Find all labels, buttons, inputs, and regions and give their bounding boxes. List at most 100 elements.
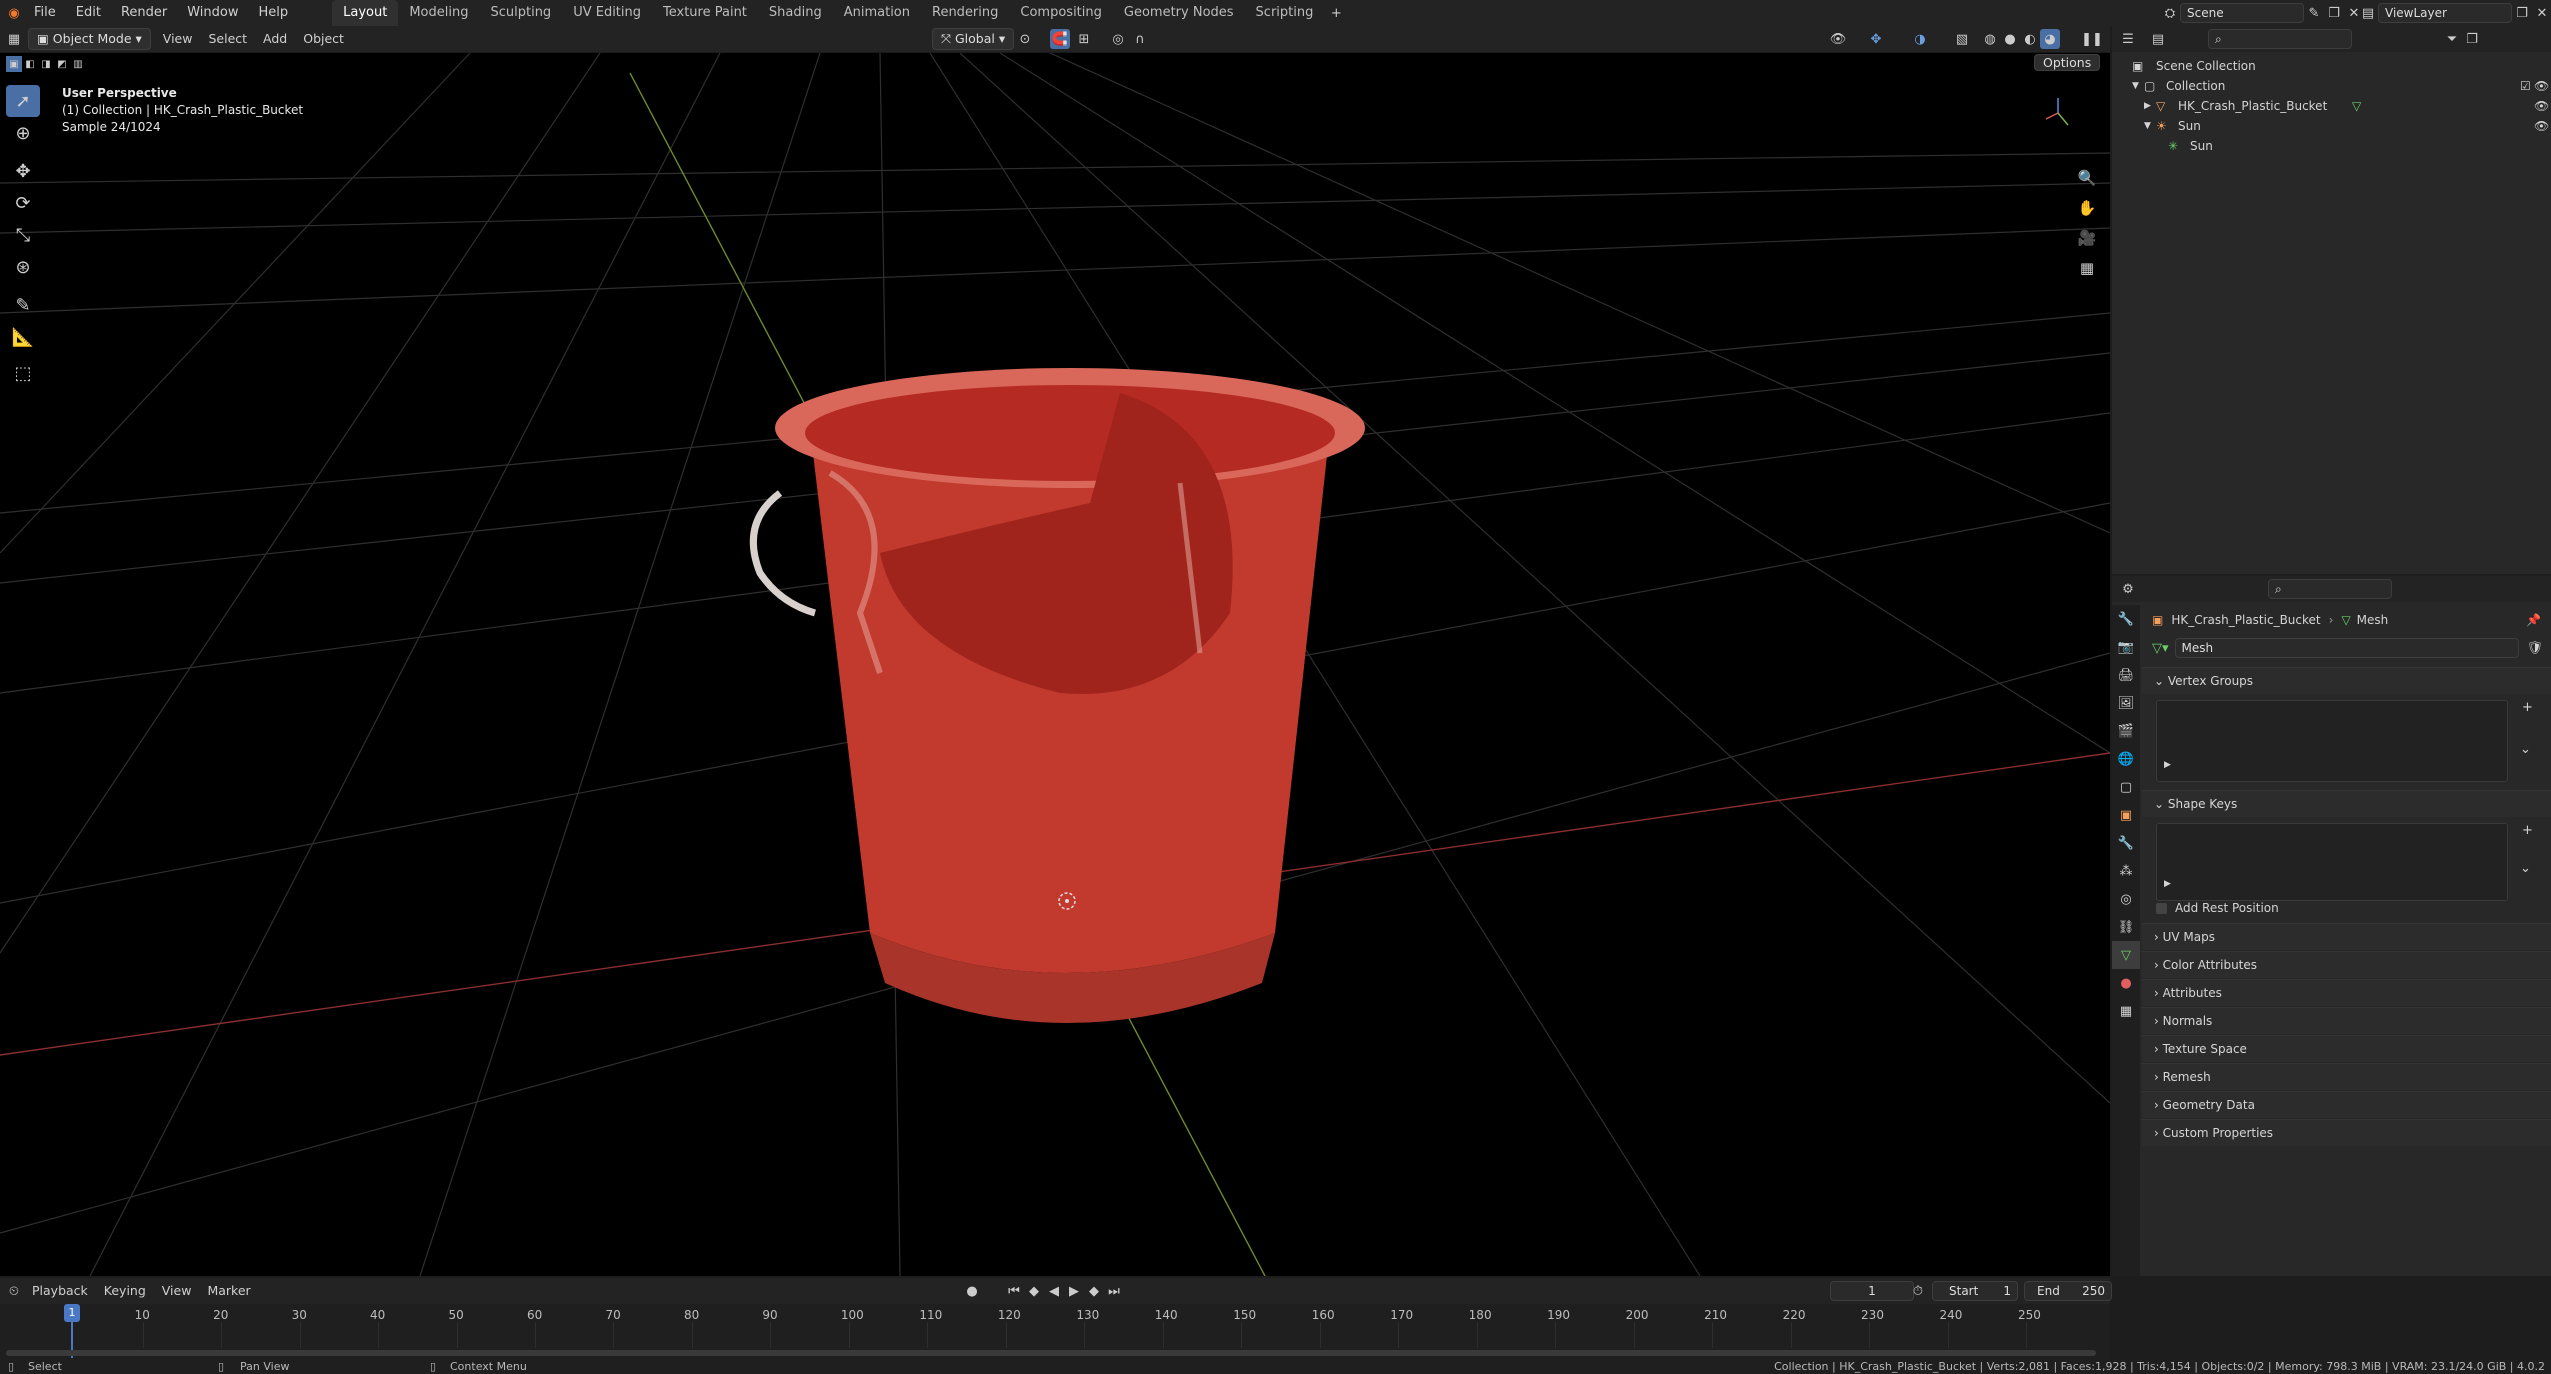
output-tab-icon[interactable]: 🖨 bbox=[2112, 661, 2140, 689]
fake-user-icon[interactable]: 🛡 bbox=[2527, 641, 2544, 656]
view-layer-tab-icon[interactable]: 🖼 bbox=[2112, 689, 2140, 717]
pivot-icon[interactable]: ⊙ bbox=[1015, 29, 1035, 49]
gizmo-icon[interactable]: ✥ bbox=[1866, 29, 1886, 49]
texture-tab-icon[interactable]: ▦ bbox=[2112, 997, 2140, 1025]
visibility-icon[interactable]: 👁 bbox=[1828, 29, 1848, 49]
workspace-tab-animation[interactable]: Animation bbox=[833, 0, 921, 26]
playback-menu[interactable]: Playback bbox=[24, 1278, 96, 1304]
xray-icon[interactable]: ▧ bbox=[1952, 29, 1972, 49]
expand-arrow-icon[interactable]: ▶ bbox=[2144, 96, 2151, 116]
object-tab-icon[interactable]: ▣ bbox=[2112, 801, 2140, 829]
object-menu[interactable]: Object bbox=[295, 26, 352, 52]
new-view-layer-icon[interactable]: ❐ bbox=[2512, 3, 2532, 23]
render-tab-icon[interactable]: 📷 bbox=[2112, 633, 2140, 661]
menu-help[interactable]: Help bbox=[249, 0, 299, 26]
pin-icon[interactable]: 📌 bbox=[2526, 613, 2541, 627]
add-vertex-group-icon[interactable]: + bbox=[2522, 700, 2533, 715]
display-mode-icon[interactable]: ▤ bbox=[2148, 29, 2168, 49]
playhead[interactable]: 1 bbox=[64, 1304, 80, 1322]
marker-menu[interactable]: Marker bbox=[199, 1278, 258, 1304]
cursor-tool-icon[interactable]: ⊕ bbox=[6, 117, 40, 149]
rendered-shading-icon[interactable]: ◕ bbox=[2040, 29, 2060, 49]
panel-remesh[interactable]: › Remesh bbox=[2142, 1063, 2551, 1090]
panel-color-attributes[interactable]: › Color Attributes bbox=[2142, 951, 2551, 978]
proportional-edit-icon[interactable]: ◎ bbox=[1108, 29, 1128, 49]
add-rest-position-checkbox[interactable] bbox=[2156, 902, 2167, 914]
scale-tool-icon[interactable]: ⤡ bbox=[6, 219, 40, 251]
add-workspace-icon[interactable]: + bbox=[1326, 3, 1346, 23]
expand-arrow-icon[interactable]: ▼ bbox=[2132, 76, 2139, 96]
add-menu[interactable]: Add bbox=[255, 26, 295, 52]
collection-checkbox[interactable]: ☑ bbox=[2520, 76, 2531, 96]
pause-render-icon[interactable]: ❚❚ bbox=[2081, 29, 2103, 49]
snap-icon[interactable]: 🧲 bbox=[1050, 29, 1070, 49]
outliner-light-data[interactable]: ✳ Sun bbox=[2112, 136, 2551, 156]
move-tool-icon[interactable]: ✥ bbox=[6, 155, 40, 187]
jump-end-icon[interactable]: ⏭ bbox=[1104, 1281, 1124, 1301]
next-keyframe-icon[interactable]: ◆ bbox=[1084, 1281, 1104, 1301]
new-collection-icon[interactable]: ❐ bbox=[2462, 29, 2482, 49]
tool-tab-icon[interactable]: 🔧 bbox=[2112, 605, 2140, 633]
bucket-visibility-icon[interactable]: 👁 bbox=[2534, 96, 2549, 116]
panel-custom-properties[interactable]: › Custom Properties bbox=[2142, 1119, 2551, 1146]
preview-range-icon[interactable]: ⏱ bbox=[1908, 1281, 1928, 1301]
outliner-scene-collection[interactable]: ▣ Scene Collection bbox=[2112, 56, 2551, 76]
add-shape-key-icon[interactable]: + bbox=[2522, 823, 2533, 838]
3d-viewport[interactable]: User Perspective (1) Collection | HK_Cra… bbox=[0, 53, 2110, 1276]
measure-tool-icon[interactable]: 📐 bbox=[6, 321, 40, 353]
collection-tab-icon[interactable]: ▢ bbox=[2112, 773, 2140, 801]
workspace-tab-shading[interactable]: Shading bbox=[758, 0, 833, 26]
start-frame-field[interactable]: Start 1 bbox=[1932, 1281, 2018, 1301]
timeline-scrollbar[interactable] bbox=[6, 1350, 2096, 1356]
panel-attributes[interactable]: › Attributes bbox=[2142, 979, 2551, 1006]
annotate-tool-icon[interactable]: ✎ bbox=[6, 289, 40, 321]
end-frame-field[interactable]: End 250 bbox=[2024, 1281, 2112, 1301]
select-menu[interactable]: Select bbox=[200, 26, 255, 52]
play-reverse-icon[interactable]: ◀ bbox=[1044, 1281, 1064, 1301]
workspace-tab-modeling[interactable]: Modeling bbox=[398, 0, 479, 26]
shape-keys-panel-header[interactable]: ⌄ Shape Keys bbox=[2142, 790, 2551, 817]
workspace-tab-texture-paint[interactable]: Texture Paint bbox=[652, 0, 758, 26]
workspace-tab-compositing[interactable]: Compositing bbox=[1009, 0, 1113, 26]
outliner-object-bucket[interactable]: ▶ ▽ HK_Crash_Plastic_Bucket ▽ 👁 bbox=[2112, 96, 2551, 116]
current-frame-field[interactable]: 1 bbox=[1830, 1281, 1914, 1301]
panel-uv-maps[interactable]: › UV Maps bbox=[2142, 923, 2551, 950]
falloff-icon[interactable]: ∩ bbox=[1130, 29, 1150, 49]
expand-arrow-icon[interactable]: ▼ bbox=[2144, 116, 2151, 136]
vertex-group-menu-icon[interactable]: ⌄ bbox=[2520, 742, 2531, 757]
scene-tab-icon[interactable]: 🎬 bbox=[2112, 717, 2140, 745]
scene-field[interactable]: Scene bbox=[2180, 3, 2304, 23]
properties-search[interactable]: ⌕ bbox=[2268, 579, 2392, 599]
vertex-groups-panel-header[interactable]: ⌄ Vertex Groups bbox=[2142, 667, 2551, 694]
view-layer-icon[interactable]: ▤ bbox=[2358, 3, 2378, 23]
workspace-tab-layout[interactable]: Layout bbox=[332, 0, 399, 26]
add-cube-tool-icon[interactable]: ⬚ bbox=[6, 357, 40, 389]
mesh-name-field[interactable]: Mesh bbox=[2174, 638, 2519, 658]
panel-texture-space[interactable]: › Texture Space bbox=[2142, 1035, 2551, 1062]
panel-geometry-data[interactable]: › Geometry Data bbox=[2142, 1091, 2551, 1118]
new-scene-icon[interactable]: ❐ bbox=[2324, 3, 2344, 23]
menu-window[interactable]: Window bbox=[177, 0, 248, 26]
mesh-browse-icon[interactable]: ▽▾ bbox=[2152, 641, 2169, 656]
options-button[interactable]: Options bbox=[2030, 53, 2104, 73]
shape-key-menu-icon[interactable]: ⌄ bbox=[2520, 861, 2531, 876]
outliner-object-sun[interactable]: ▼ ☀ Sun 👁 bbox=[2112, 116, 2551, 136]
play-icon[interactable]: ▶ bbox=[1064, 1281, 1084, 1301]
delete-view-layer-icon[interactable]: ✕ bbox=[2532, 3, 2551, 23]
overlay-icon[interactable]: ◑ bbox=[1910, 29, 1930, 49]
workspace-tab-uv-editing[interactable]: UV Editing bbox=[562, 0, 652, 26]
workspace-tab-scripting[interactable]: Scripting bbox=[1245, 0, 1325, 26]
select-new-icon[interactable]: ▣ bbox=[6, 56, 22, 72]
select-extend-icon[interactable]: ◧ bbox=[22, 56, 38, 72]
world-tab-icon[interactable]: 🌐 bbox=[2112, 745, 2140, 773]
outliner-search[interactable]: ⌕ bbox=[2208, 29, 2352, 49]
editor-type-icon[interactable]: ▦ bbox=[4, 29, 24, 49]
particles-tab-icon[interactable]: ⁂ bbox=[2112, 857, 2140, 885]
rotate-tool-icon[interactable]: ⟳ bbox=[6, 187, 40, 219]
axis-gizmo[interactable] bbox=[2045, 98, 2069, 126]
timeline-view-menu[interactable]: View bbox=[154, 1278, 200, 1304]
physics-tab-icon[interactable]: ◎ bbox=[2112, 885, 2140, 913]
view-layer-field[interactable]: ViewLayer bbox=[2378, 3, 2512, 23]
material-tab-icon[interactable]: ● bbox=[2112, 969, 2140, 997]
collection-visibility-icon[interactable]: 👁 bbox=[2534, 76, 2549, 96]
